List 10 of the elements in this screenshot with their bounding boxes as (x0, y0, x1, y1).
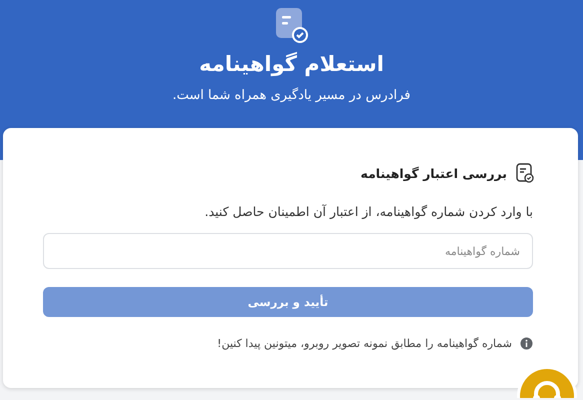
certificate-number-field[interactable]: شماره گواهینامه (43, 233, 533, 269)
section-heading: بررسی اعتبار گواهینامه (360, 166, 507, 180)
description: با وارد کردن شماره گواهینامه، از اعتبار آن اطمینان حاصل کنید. (204, 204, 533, 219)
certificate-icon (274, 6, 310, 44)
page-title: استعلام گواهینامه (199, 52, 384, 76)
page-subtitle: فرادرس در مسیر یادگیری همراه شما است. (172, 88, 411, 103)
certificate-icon (515, 162, 535, 184)
support-headset-icon[interactable] (517, 366, 577, 398)
info-icon (520, 337, 533, 350)
hint-text: شماره گواهینامه را مطابق نمونه تصویر روبرو، میتونین پیدا کنین! (217, 337, 512, 350)
